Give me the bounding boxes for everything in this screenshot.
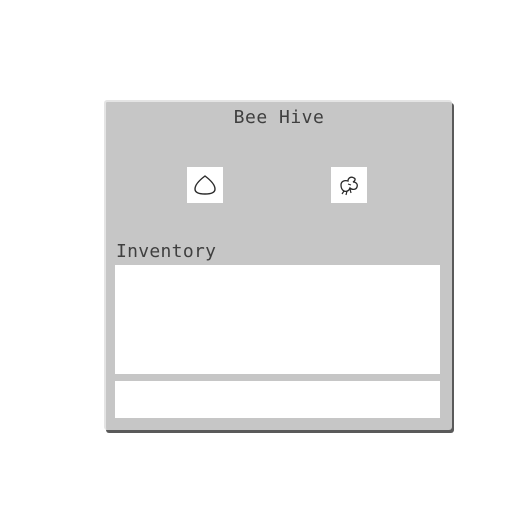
- bee-hive-window: Bee Hive Inventory: [104, 100, 452, 430]
- honey-input-slot[interactable]: [187, 167, 223, 203]
- inventory-grid[interactable]: [115, 265, 440, 374]
- inventory-label: Inventory: [116, 241, 217, 262]
- window-title: Bee Hive: [233, 107, 325, 128]
- hotbar[interactable]: [115, 381, 440, 418]
- honey-drop-icon: [194, 175, 216, 195]
- bee-icon: [340, 176, 358, 196]
- bee-input-slot[interactable]: [331, 167, 367, 203]
